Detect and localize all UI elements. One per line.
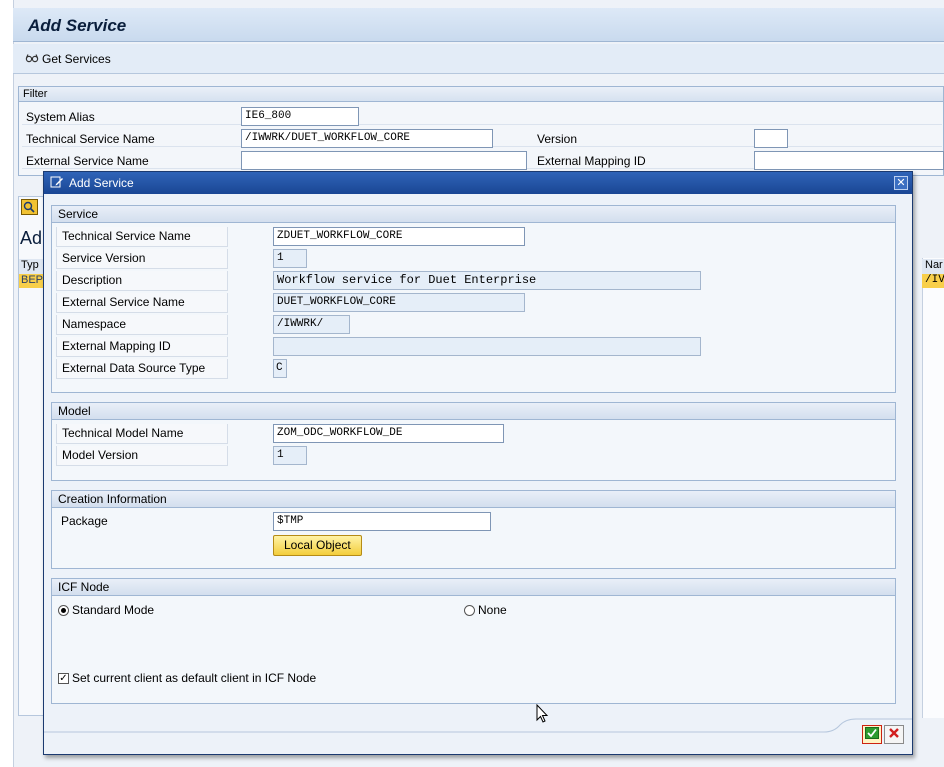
footer-curve-decoration — [44, 718, 912, 733]
name-cell: /IV — [922, 274, 944, 288]
name-cell-text: /IV — [925, 274, 944, 286]
version-label: Version — [537, 132, 578, 146]
model-group-header: Model — [52, 403, 895, 420]
screen-title: Add Service — [28, 16, 127, 35]
namespace-label: Namespace — [56, 315, 228, 335]
service-group-header: Service — [52, 206, 895, 223]
list-right-edge — [922, 258, 944, 718]
external-service-name-field[interactable]: DUET_WORKFLOW_CORE — [273, 293, 525, 312]
dialog-title-bar[interactable]: Add Service — [44, 172, 912, 194]
technical-service-name-label: Technical Service Name — [26, 132, 155, 146]
external-mapping-id-input[interactable] — [754, 151, 944, 170]
external-data-source-type-label: External Data Source Type — [56, 359, 228, 379]
standard-mode-radio[interactable]: Standard Mode — [58, 603, 154, 617]
system-alias-label: System Alias — [26, 110, 95, 124]
creation-information-header: Creation Information — [52, 491, 895, 508]
service-group: Service Technical Service Name ZDUET_WOR… — [51, 205, 896, 393]
none-radio[interactable]: None — [464, 603, 507, 617]
technical-model-name-label: Technical Model Name — [56, 424, 228, 444]
type-cell: BEP — [21, 274, 44, 286]
close-icon[interactable]: ✕ — [894, 176, 908, 190]
external-mapping-id-label: External Mapping ID — [537, 154, 646, 168]
radio-unselected-icon — [464, 604, 475, 616]
external-data-source-type-field[interactable]: C — [273, 359, 287, 378]
checkmark-icon: ✓ — [58, 672, 69, 684]
icf-node-group: ICF Node Standard Mode None ✓ Set curren… — [51, 578, 896, 704]
technical-service-name-input[interactable]: /IWWRK/DUET_WORKFLOW_CORE — [241, 129, 493, 148]
get-services-label: Get Services — [42, 52, 111, 66]
application-toolbar: Get Services — [13, 44, 944, 74]
list-row-selected[interactable]: BEP — [19, 274, 43, 288]
external-service-name-label: External Service Name — [56, 293, 228, 313]
standard-mode-label: Standard Mode — [72, 603, 155, 617]
default-client-label: Set current client as default client in … — [72, 671, 317, 685]
model-group: Model Technical Model Name ZOM_ODC_WORKF… — [51, 402, 896, 481]
service-version-field[interactable]: 1 — [273, 249, 307, 268]
name-header-text: Nar — [925, 259, 943, 271]
package-field[interactable]: $TMP — [273, 512, 491, 531]
continue-button[interactable] — [862, 725, 882, 744]
creation-information-group: Creation Information Package $TMP Local … — [51, 490, 896, 569]
mouse-pointer-icon — [536, 704, 549, 723]
type-column-header: Typ — [21, 259, 39, 271]
default-client-checkbox[interactable]: ✓ Set current client as default client i… — [58, 671, 316, 685]
edit-document-icon — [50, 176, 64, 191]
external-mapping-id-field[interactable] — [273, 337, 701, 356]
cancel-button[interactable] — [884, 725, 904, 744]
namespace-field[interactable]: /IWWRK/ — [273, 315, 350, 334]
icf-node-header: ICF Node — [52, 579, 895, 596]
external-service-name-label: External Service Name — [26, 154, 149, 168]
filter-row-system-alias — [22, 105, 942, 125]
dialog-title: Add Service — [69, 176, 134, 190]
radio-selected-icon — [58, 604, 69, 616]
technical-model-name-field[interactable]: ZOM_ODC_WORKFLOW_DE — [273, 424, 504, 443]
version-input[interactable] — [754, 129, 788, 148]
description-field[interactable]: Workflow service for Duet Enterprise — [273, 271, 701, 290]
model-version-label: Model Version — [56, 446, 228, 466]
list-toolbar-icon[interactable] — [21, 199, 38, 215]
close-icon — [888, 727, 900, 742]
model-version-field[interactable]: 1 — [273, 446, 307, 465]
add-service-dialog: Add Service ✕ Service Technical Service … — [43, 171, 913, 755]
checkmark-icon — [865, 727, 879, 742]
list-column-header: Typ — [19, 259, 43, 274]
name-column-header: Nar — [922, 259, 944, 274]
local-object-button[interactable]: Local Object — [273, 535, 362, 556]
glasses-icon — [25, 52, 39, 66]
filter-header: Filter — [19, 87, 943, 102]
screen-title-bar: Add Service — [13, 8, 944, 42]
technical-service-name-field[interactable]: ZDUET_WORKFLOW_CORE — [273, 227, 525, 246]
service-version-label: Service Version — [56, 249, 228, 269]
external-mapping-id-label: External Mapping ID — [56, 337, 228, 357]
get-services-button[interactable]: Get Services — [25, 52, 111, 66]
technical-service-name-label: Technical Service Name — [56, 227, 228, 247]
list-heading-fragment: Ad — [20, 228, 43, 248]
system-alias-input[interactable]: IE6_800 — [241, 107, 359, 126]
package-label: Package — [61, 514, 108, 528]
filter-panel: Filter System Alias IE6_800 Technical Se… — [18, 86, 944, 176]
description-label: Description — [56, 271, 228, 291]
external-service-name-input[interactable] — [241, 151, 527, 170]
none-label: None — [478, 603, 507, 617]
